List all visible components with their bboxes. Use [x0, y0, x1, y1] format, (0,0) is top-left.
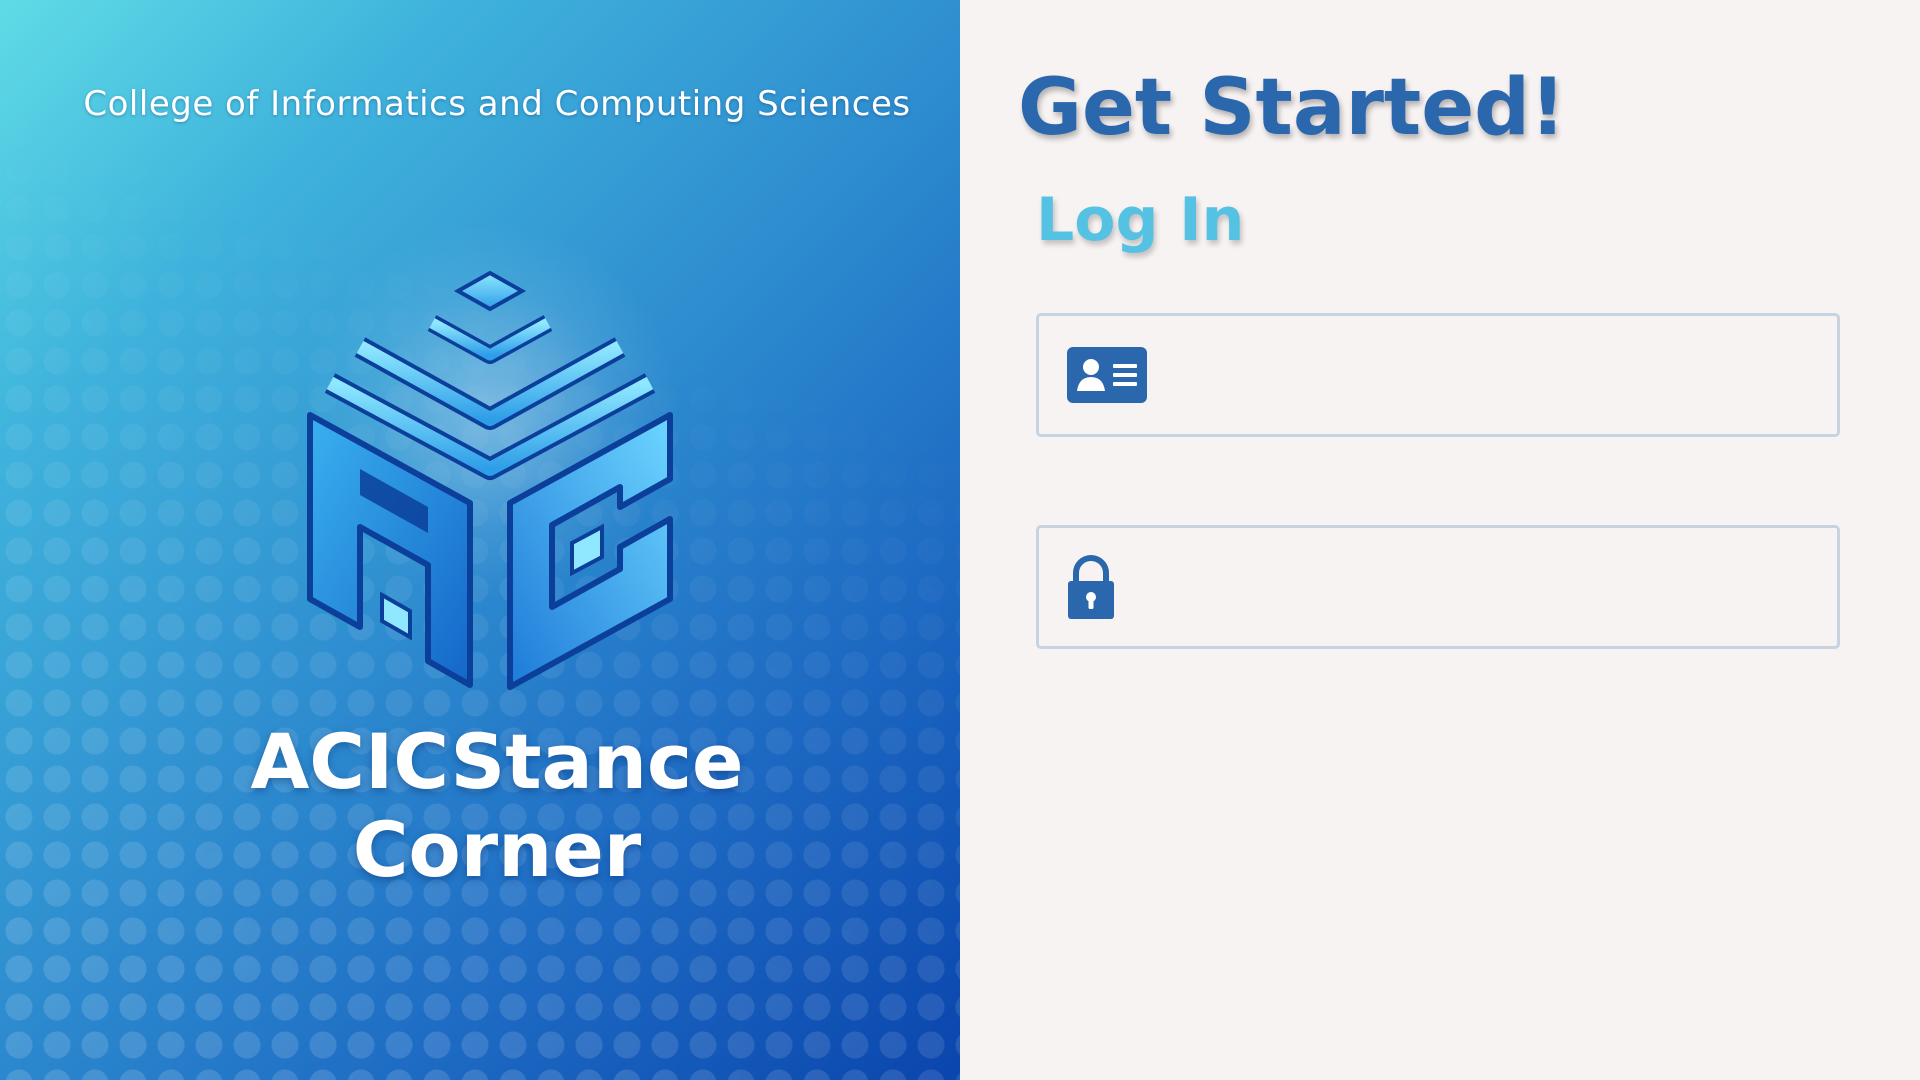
login-subtitle: Log In: [1036, 185, 1245, 255]
id-card-icon: [1067, 347, 1147, 403]
password-input[interactable]: [1115, 528, 1837, 646]
username-field[interactable]: [1036, 313, 1840, 437]
app-title-line-1: ACICStance: [250, 717, 744, 806]
app-title: ACICStance Corner: [0, 718, 960, 894]
app-title-line-2: Corner: [352, 805, 642, 894]
username-input[interactable]: [1147, 316, 1837, 434]
login-page: College of Informatics and Computing Sci…: [0, 0, 1920, 1080]
acic-cube-logo-icon: [307, 270, 673, 690]
login-panel: Get Started! Log In: [960, 0, 1920, 1080]
page-title: Get Started!: [1018, 63, 1566, 153]
password-field[interactable]: [1036, 525, 1840, 649]
lock-icon: [1067, 554, 1115, 620]
brand-panel: College of Informatics and Computing Sci…: [0, 0, 960, 1080]
college-name: College of Informatics and Computing Sci…: [83, 84, 911, 124]
